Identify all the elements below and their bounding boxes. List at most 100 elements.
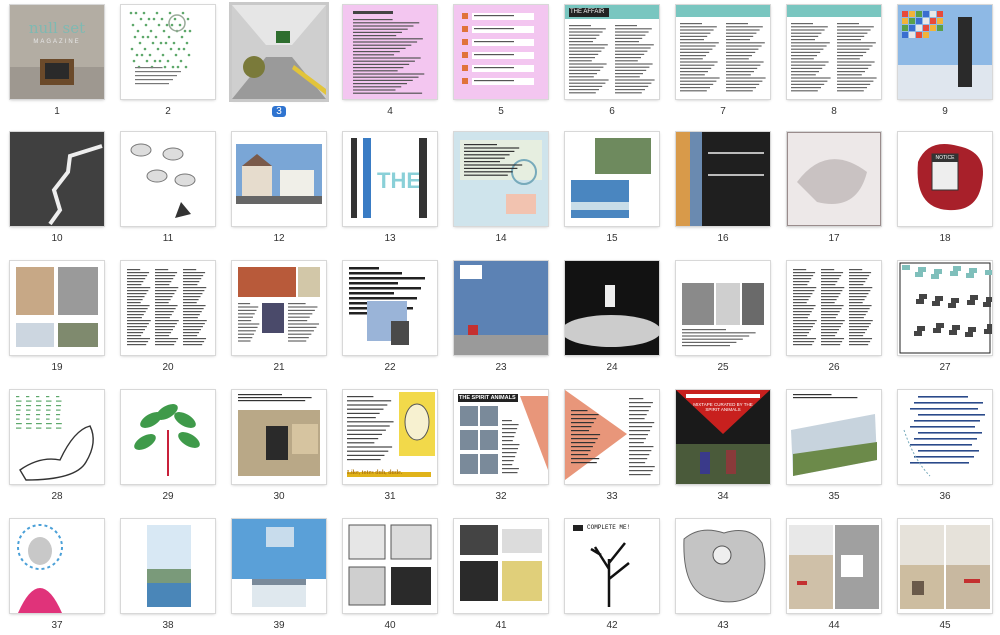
page-image[interactable] <box>10 261 104 355</box>
page-image[interactable] <box>121 5 215 99</box>
page-thumbnail[interactable]: 16 <box>669 129 770 247</box>
page-thumbnail[interactable]: THE SPIRIT ANIMALS 32 <box>447 387 548 505</box>
page-image[interactable] <box>232 5 326 99</box>
page-image[interactable] <box>898 261 992 355</box>
page-image[interactable]: THE AFFAIR <box>565 5 659 99</box>
page-thumbnail[interactable]: 4 <box>336 2 437 120</box>
page-thumbnail[interactable]: 28 <box>3 387 104 505</box>
page-thumbnail[interactable]: 29 <box>114 387 215 505</box>
page-image[interactable]: THETHE <box>343 132 437 226</box>
page-thumbnail[interactable]: 15 <box>558 129 659 247</box>
page-image[interactable] <box>10 132 104 226</box>
page-thumbnail[interactable]: 5 <box>447 2 548 120</box>
page-thumbnail[interactable]: null set MAGAZINE 1 <box>3 2 104 120</box>
page-image[interactable] <box>10 390 104 484</box>
page-thumbnail[interactable]: 23 <box>447 258 548 376</box>
page-thumbnail[interactable]: 30 <box>225 387 326 505</box>
page-image[interactable] <box>676 261 770 355</box>
page-image[interactable] <box>565 132 659 226</box>
page-image[interactable] <box>898 5 992 99</box>
page-thumbnail[interactable]: MIXTAPE CURATED BY THE SPIRIT ANIMALS 34 <box>669 387 770 505</box>
page-image[interactable] <box>121 519 215 613</box>
page-image[interactable] <box>454 261 548 355</box>
page-image[interactable] <box>787 390 881 484</box>
page-image[interactable] <box>343 261 437 355</box>
page-thumbnail[interactable]: 14 <box>447 129 548 247</box>
page-image[interactable] <box>565 261 659 355</box>
page-thumbnail[interactable]: 12 <box>225 129 326 247</box>
page-thumbnail[interactable]: 43 <box>669 516 770 634</box>
page-image[interactable]: NOTICE <box>898 132 992 226</box>
page-number: 1 <box>54 106 60 117</box>
page-image[interactable] <box>565 390 659 484</box>
page-thumbnail[interactable]: 27 <box>891 258 992 376</box>
page-image[interactable] <box>343 5 437 99</box>
page-thumbnail[interactable]: 8 <box>780 2 881 120</box>
page-image[interactable] <box>121 132 215 226</box>
page-image[interactable] <box>232 519 326 613</box>
page-image[interactable] <box>232 132 326 226</box>
page-thumbnail[interactable]: 11 <box>114 129 215 247</box>
page-text: THE SPIRIT ANIMALS <box>459 395 516 401</box>
page-image[interactable] <box>454 519 548 613</box>
page-number: 44 <box>828 620 840 631</box>
page-image[interactable] <box>454 5 548 99</box>
page-thumbnail[interactable]: 26 <box>780 258 881 376</box>
page-thumbnail[interactable]: 19 <box>3 258 104 376</box>
page-number: 2 <box>165 106 171 117</box>
page-thumbnail[interactable]: 25 <box>669 258 770 376</box>
page-thumbnail[interactable]: 39 <box>225 516 326 634</box>
page-image[interactable] <box>787 261 881 355</box>
page-image[interactable]: Like, totes duh, dude. <box>343 390 437 484</box>
page-thumbnail[interactable]: Like, totes duh, dude. 31 <box>336 387 437 505</box>
page-thumbnail[interactable]: 20 <box>114 258 215 376</box>
page-image[interactable] <box>787 132 881 226</box>
page-thumbnail[interactable]: THE AFFAIR 6 <box>558 2 659 120</box>
page-thumbnail[interactable]: 3 <box>225 2 326 120</box>
page-thumbnail[interactable]: 10 <box>3 129 104 247</box>
page-image[interactable] <box>454 132 548 226</box>
page-text: Like, totes duh, dude. <box>347 470 403 476</box>
page-image[interactable] <box>10 519 104 613</box>
page-thumbnail[interactable]: 45 <box>891 516 992 634</box>
page-number: 34 <box>717 491 729 502</box>
page-thumbnail[interactable]: 36 <box>891 387 992 505</box>
page-image[interactable]: THE SPIRIT ANIMALS <box>454 390 548 484</box>
page-thumbnail[interactable]: 9 <box>891 2 992 120</box>
page-thumbnail[interactable]: 40 <box>336 516 437 634</box>
page-thumbnail[interactable]: 37 <box>3 516 104 634</box>
page-thumbnail[interactable]: 22 <box>336 258 437 376</box>
page-thumbnail[interactable]: 38 <box>114 516 215 634</box>
page-thumbnail[interactable]: 33 <box>558 387 659 505</box>
page-thumbnail[interactable]: NOTICE 18 <box>891 129 992 247</box>
page-thumbnail[interactable]: 41 <box>447 516 548 634</box>
page-image[interactable] <box>232 390 326 484</box>
page-image[interactable] <box>676 519 770 613</box>
page-image[interactable] <box>898 390 992 484</box>
page-thumbnail[interactable]: 2 <box>114 2 215 120</box>
page-image[interactable] <box>787 519 881 613</box>
page-image[interactable] <box>898 519 992 613</box>
page-thumbnail[interactable]: COMPLETE ME! 42 <box>558 516 659 634</box>
page-thumbnail[interactable]: 24 <box>558 258 659 376</box>
page-number: 12 <box>273 233 285 244</box>
page-image[interactable]: MIXTAPE CURATED BY THE SPIRIT ANIMALS <box>676 390 770 484</box>
page-image[interactable]: COMPLETE ME! <box>565 519 659 613</box>
page-image[interactable] <box>343 519 437 613</box>
page-thumbnail[interactable]: 21 <box>225 258 326 376</box>
page-image[interactable] <box>787 5 881 99</box>
page-thumbnail[interactable]: THETHE 13 <box>336 129 437 247</box>
page-image[interactable] <box>232 261 326 355</box>
page-thumbnail[interactable]: 7 <box>669 2 770 120</box>
page-number: 27 <box>939 362 951 373</box>
page-thumbnail[interactable]: 17 <box>780 129 881 247</box>
page-image[interactable]: null set MAGAZINE <box>10 5 104 99</box>
page-number: 45 <box>939 620 951 631</box>
page-image[interactable] <box>121 261 215 355</box>
page-image[interactable] <box>121 390 215 484</box>
page-image[interactable] <box>676 5 770 99</box>
page-thumbnail[interactable]: 44 <box>780 516 881 634</box>
page-image[interactable] <box>676 132 770 226</box>
page-number: 37 <box>51 620 63 631</box>
page-thumbnail[interactable]: 35 <box>780 387 881 505</box>
